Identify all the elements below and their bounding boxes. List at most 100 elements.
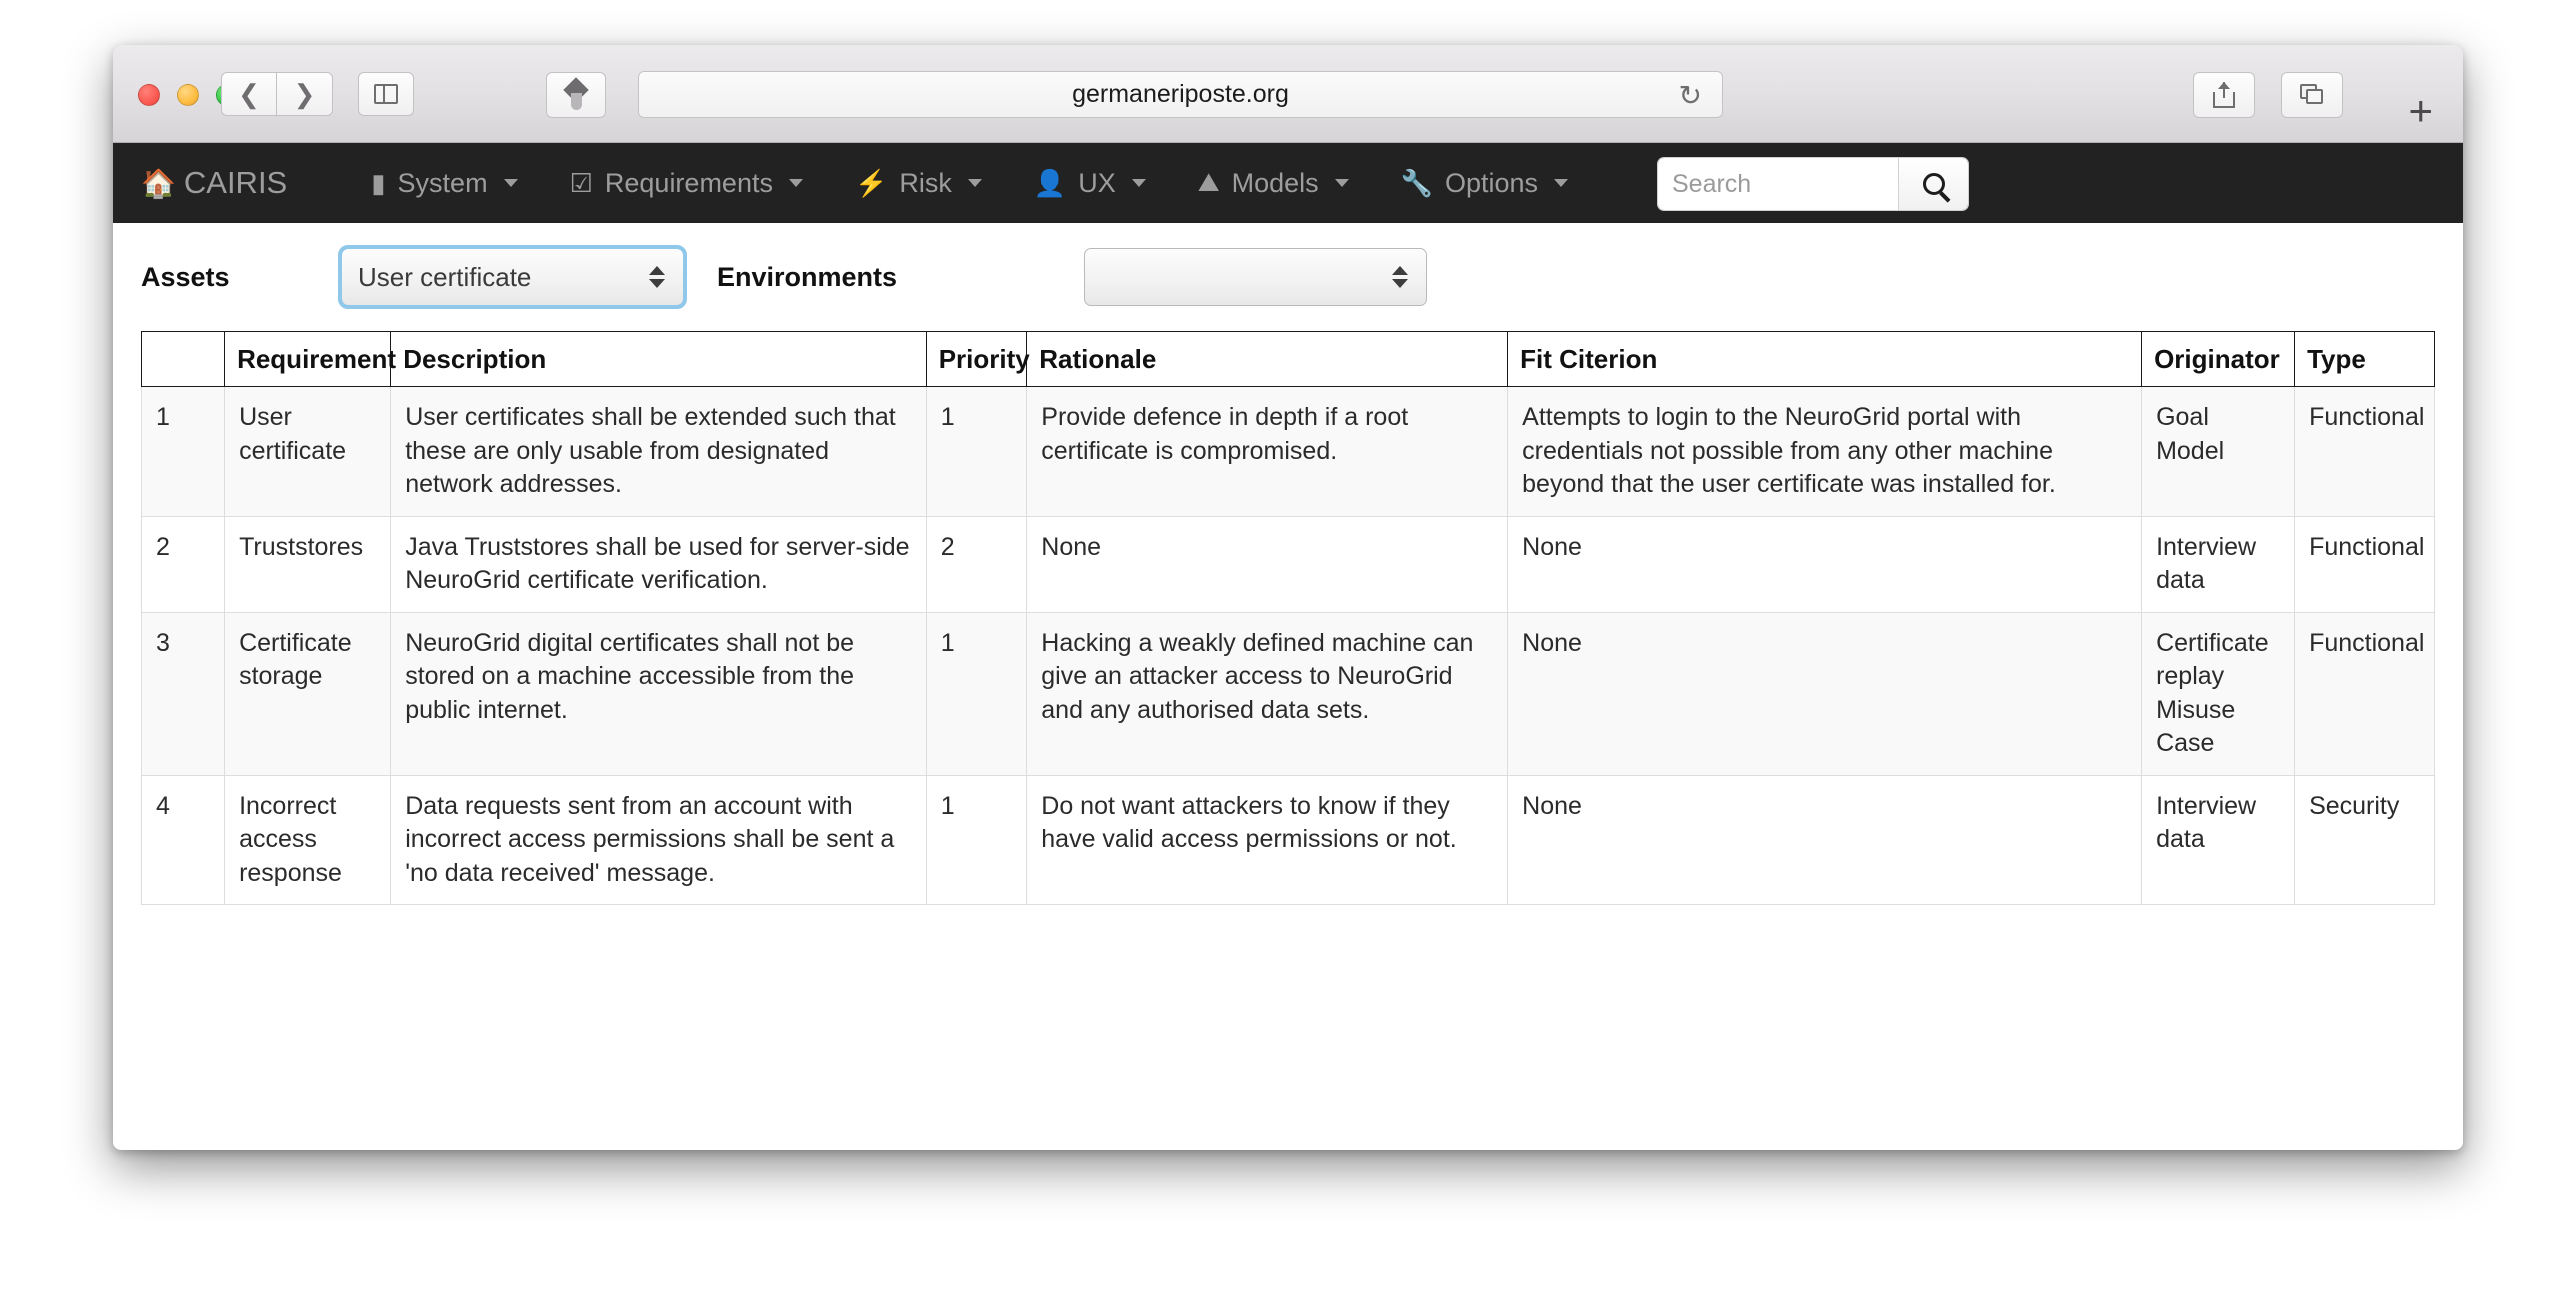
- cell-description: User certificates shall be extended such…: [390, 386, 927, 517]
- cell-fit-criterion: None: [1507, 515, 2143, 613]
- assets-select[interactable]: User certificate: [338, 245, 687, 309]
- nav-item-ux[interactable]: 👤 UX: [1008, 143, 1172, 223]
- nav-item-label: Risk: [899, 167, 952, 198]
- show-tabs-button[interactable]: [2281, 72, 2343, 118]
- search-button[interactable]: [1898, 158, 1968, 210]
- assets-select-value: User certificate: [358, 261, 532, 292]
- reload-icon[interactable]: ↻: [1679, 82, 1702, 110]
- cell-rationale: Hacking a weakly defined machine can giv…: [1026, 611, 1509, 776]
- cell-rationale: Do not want attackers to know if they ha…: [1026, 774, 1509, 905]
- checklist-icon: ☑: [569, 167, 593, 198]
- cell-description: Data requests sent from an account with …: [390, 774, 927, 905]
- brand-label: CAIRIS: [183, 165, 288, 200]
- nav-item-system[interactable]: ▮ System: [345, 143, 543, 223]
- cell-index: 4: [140, 774, 226, 905]
- cell-index: 1: [140, 386, 226, 517]
- new-tab-button[interactable]: +: [2408, 90, 2433, 132]
- table-header-row: Requirement Description Priority Rationa…: [140, 331, 2435, 387]
- table-row[interactable]: 3 Certificate storage NeuroGrid digital …: [140, 611, 2435, 776]
- pen-icon: [563, 77, 589, 111]
- chevron-down-icon: [1554, 179, 1569, 187]
- cell-index: 2: [140, 515, 226, 613]
- cell-originator: Goal Model: [2141, 386, 2296, 517]
- app-navbar: 🏠 CAIRIS ▮ System ☑ Requirements ⚡ Risk …: [113, 143, 2463, 223]
- cell-priority: 2: [925, 515, 1028, 613]
- brand-cairis[interactable]: 🏠 CAIRIS: [141, 165, 287, 201]
- cell-originator: Interview data: [2141, 774, 2296, 905]
- cell-requirement: Truststores: [224, 515, 392, 613]
- column-header-index[interactable]: [140, 331, 226, 387]
- cell-type: Security: [2294, 774, 2435, 905]
- nav-item-risk[interactable]: ⚡ Risk: [829, 143, 1008, 223]
- environments-select[interactable]: [1084, 248, 1427, 306]
- column-header-requirement[interactable]: Requirement: [224, 331, 396, 387]
- cell-requirement: User certificate: [224, 386, 392, 517]
- chevron-left-icon: ❮: [238, 79, 260, 109]
- search-icon: [1922, 173, 1945, 195]
- nav-item-label: Models: [1231, 167, 1319, 198]
- browser-toolbar: ❮ ❯ germaneriposte.org ↻ +: [113, 45, 2463, 143]
- environments-label: Environments: [717, 261, 898, 292]
- chevron-down-icon: [788, 179, 803, 187]
- browser-window: ❮ ❯ germaneriposte.org ↻ + 🏠 CAIRIS ▮ Sy…: [113, 45, 2463, 1150]
- cell-index: 3: [140, 611, 226, 776]
- requirements-table-wrapper: Requirement Description Priority Rationa…: [113, 331, 2463, 905]
- column-header-fit-criterion[interactable]: Fit Citerion: [1507, 331, 2143, 387]
- chevron-down-icon: [1334, 179, 1349, 187]
- nav-item-label: UX: [1078, 167, 1116, 198]
- table-header: Requirement Description Priority Rationa…: [140, 331, 2435, 387]
- main-content: Assets User certificate Environments Req…: [113, 223, 2463, 905]
- cell-description: NeuroGrid digital certificates shall not…: [390, 611, 927, 776]
- nav-item-label: Options: [1445, 167, 1539, 198]
- cell-originator: Interview data: [2141, 515, 2296, 613]
- sidebar-toggle-button[interactable]: [358, 72, 414, 116]
- bolt-icon: ⚡: [854, 167, 888, 198]
- person-icon: 👤: [1033, 167, 1067, 198]
- chevron-right-icon: ❯: [293, 79, 316, 109]
- table-row[interactable]: 4 Incorrect access response Data request…: [140, 774, 2435, 905]
- stepper-icon: [1392, 266, 1408, 288]
- column-header-priority[interactable]: Priority: [925, 331, 1030, 387]
- sidebar-icon: [374, 84, 398, 104]
- forward-button[interactable]: ❯: [277, 72, 333, 116]
- search-input[interactable]: [1658, 158, 1898, 210]
- chevron-down-icon: [1131, 179, 1146, 187]
- share-button[interactable]: [2193, 72, 2255, 118]
- url-text: germaneriposte.org: [1072, 80, 1289, 108]
- nav-item-requirements[interactable]: ☑ Requirements: [544, 143, 829, 223]
- column-header-originator[interactable]: Originator: [2141, 331, 2296, 387]
- nav-item-label: Requirements: [604, 167, 773, 198]
- cell-rationale: Provide defence in depth if a root certi…: [1026, 386, 1509, 517]
- share-icon: [2213, 82, 2235, 108]
- wrench-icon: 🔧: [1400, 167, 1433, 198]
- stepper-icon: [649, 266, 665, 288]
- close-window-button[interactable]: [138, 84, 160, 106]
- chevron-down-icon: [967, 179, 982, 187]
- cell-fit-criterion: None: [1507, 611, 2143, 776]
- address-bar[interactable]: germaneriposte.org ↻: [638, 71, 1723, 118]
- filter-row: Assets User certificate Environments: [113, 223, 2463, 331]
- table-row[interactable]: 2 Truststores Java Truststores shall be …: [140, 515, 2435, 613]
- column-header-type[interactable]: Type: [2294, 331, 2435, 387]
- image-icon: ⛰: [1197, 167, 1220, 197]
- requirements-table: Requirement Description Priority Rationa…: [140, 331, 2435, 905]
- back-button[interactable]: ❮: [221, 72, 277, 116]
- table-row[interactable]: 1 User certificate User certificates sha…: [140, 386, 2435, 517]
- nav-item-models[interactable]: ⛰ Models: [1172, 143, 1375, 223]
- cell-requirement: Incorrect access response: [224, 774, 392, 905]
- cell-priority: 1: [925, 774, 1028, 905]
- cell-fit-criterion: Attempts to login to the NeuroGrid porta…: [1507, 386, 2143, 517]
- book-icon: ▮: [371, 167, 386, 198]
- assets-label: Assets: [141, 261, 230, 292]
- home-icon: 🏠: [141, 167, 176, 199]
- cell-requirement: Certificate storage: [224, 611, 392, 776]
- nav-item-options[interactable]: 🔧 Options: [1375, 143, 1594, 223]
- column-header-description[interactable]: Description: [390, 331, 927, 387]
- minimize-window-button[interactable]: [177, 84, 199, 106]
- markup-button[interactable]: [546, 72, 606, 118]
- cell-priority: 1: [925, 386, 1028, 517]
- column-header-rationale[interactable]: Rationale: [1026, 331, 1509, 387]
- chevron-down-icon: [503, 179, 518, 187]
- nav-item-label: System: [397, 167, 488, 198]
- cell-type: Functional: [2294, 611, 2435, 776]
